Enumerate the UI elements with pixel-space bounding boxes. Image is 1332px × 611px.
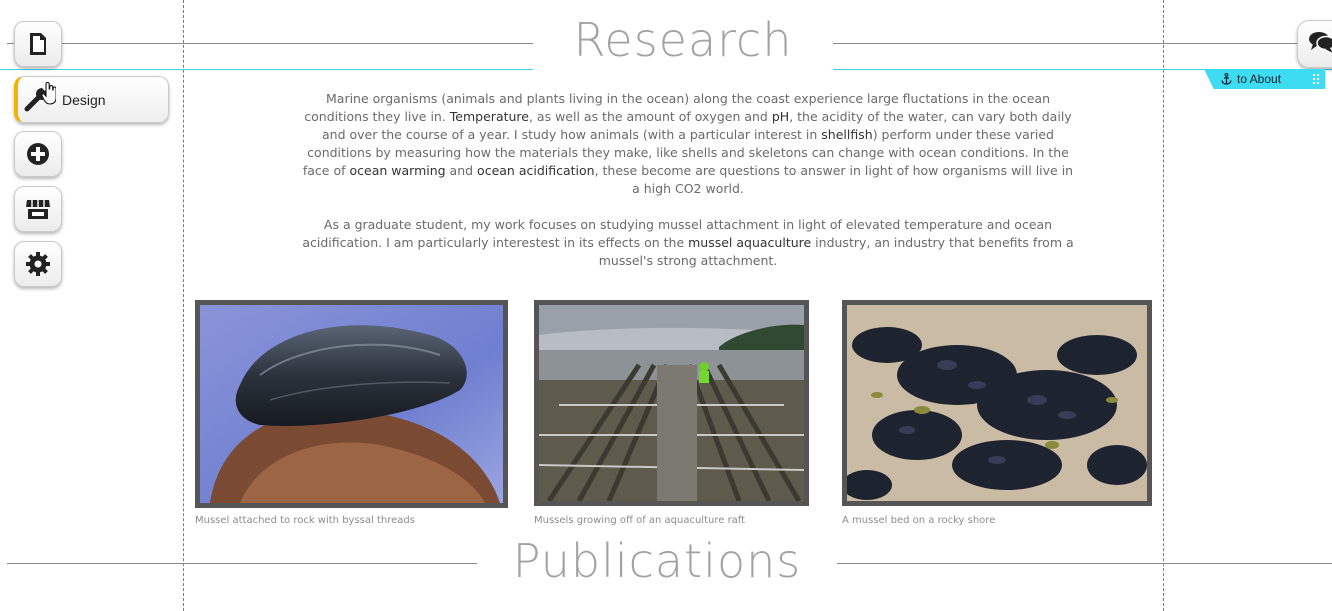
design-wrench-icon [24, 81, 57, 118]
anchor-to-about[interactable]: to About [1204, 69, 1325, 89]
gallery-image-mussel-bed[interactable] [842, 300, 1152, 506]
anchor-label: to About [1237, 72, 1282, 86]
text-run: and [445, 163, 478, 178]
text-run: , as well as the amount of oxygen and [528, 109, 772, 124]
caption-mussel-on-rock: Mussel attached to rock with byssal thre… [195, 515, 415, 526]
gallery-image-aquaculture-raft[interactable] [534, 300, 809, 506]
right-guide-line [1163, 0, 1164, 611]
emphasized-term: Temperature [449, 109, 529, 124]
design-label: Design [62, 91, 106, 108]
emphasized-term: shellfish [821, 127, 873, 142]
emphasized-term: ocean acidification [477, 163, 595, 178]
add-button[interactable] [14, 131, 62, 177]
caption-mussel-bed: A mussel bed on a rocky shore [842, 515, 996, 526]
chat-icon [1308, 30, 1332, 58]
emphasized-term: pH [771, 109, 790, 124]
drag-handle[interactable] [1312, 73, 1320, 84]
research-paragraph-1: Marine organisms (animals and plants liv… [300, 90, 1076, 198]
pages-button[interactable] [14, 21, 62, 67]
settings-button[interactable] [14, 241, 62, 287]
research-divider-left [7, 43, 533, 44]
design-button[interactable]: Design [14, 76, 169, 123]
emphasized-term: mussel aquaculture [688, 235, 812, 250]
research-divider-right [833, 43, 1325, 44]
gear-icon [25, 251, 51, 277]
store-icon [25, 197, 51, 221]
caption-aquaculture-raft: Mussels growing off of an aquaculture ra… [534, 515, 746, 526]
publications-heading: Publications [477, 530, 837, 592]
anchor-icon [1221, 70, 1232, 89]
research-heading: Research [533, 10, 833, 70]
store-button[interactable] [14, 186, 62, 232]
text-run: , these become are questions to answer i… [594, 163, 1074, 196]
chat-button[interactable] [1297, 20, 1332, 68]
selection-line-left [0, 69, 533, 70]
gallery-image-mussel-on-rock[interactable] [195, 300, 508, 508]
research-paragraph-2: As a graduate student, my work focuses o… [300, 216, 1076, 270]
add-icon [26, 142, 50, 166]
publications-divider-left [7, 563, 477, 564]
page-icon [28, 32, 48, 56]
publications-divider-right [837, 563, 1332, 564]
left-guide-line [183, 0, 184, 611]
emphasized-term: ocean warming [349, 163, 446, 178]
